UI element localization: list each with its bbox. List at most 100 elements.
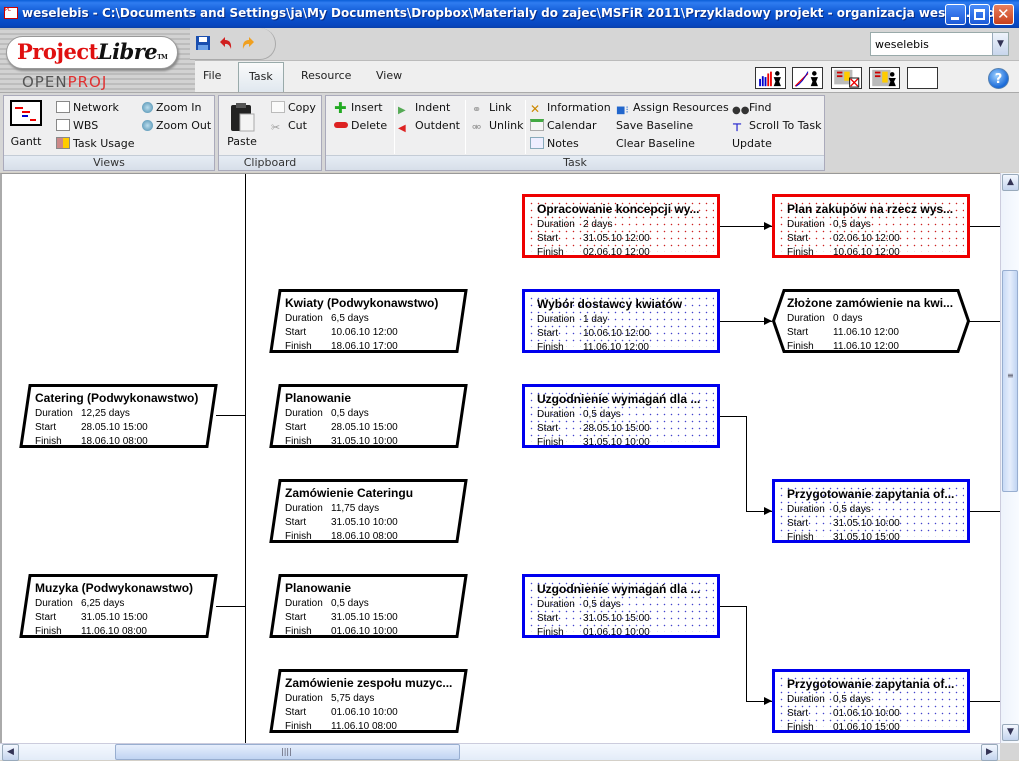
tab-resource[interactable]: Resource bbox=[301, 69, 351, 82]
task-node[interactable]: Planowanie Duration 0,5 days Start 31.05.10 … bbox=[269, 574, 468, 638]
task-node[interactable]: Plan zakupów na rzecz wys... Duration 0,5 … bbox=[772, 194, 970, 258]
network-button[interactable]: Network bbox=[56, 101, 119, 114]
task-node[interactable]: Uzgodnienie wymagań dla ... Duration 0,5 d… bbox=[522, 574, 720, 638]
outdent-button[interactable]: ◀ Outdent bbox=[398, 119, 460, 135]
save-baseline-button[interactable]: Save Baseline bbox=[616, 119, 693, 132]
vertical-scroll-thumb[interactable]: ≡ bbox=[1002, 270, 1018, 492]
task-node[interactable]: Muzyka (Podwykonawstwo) Duration 6,25 days… bbox=[19, 574, 218, 638]
start-value: 01.06.10 10:00 bbox=[331, 707, 398, 718]
minimize-button[interactable] bbox=[945, 4, 966, 25]
zoom-out-button[interactable]: Zoom Out bbox=[142, 119, 211, 132]
task-node[interactable]: Planowanie Duration 0,5 days Start 28.05.10 … bbox=[269, 384, 468, 448]
task-name: Kwiaty (Podwykonawstwo) bbox=[285, 296, 439, 310]
duration-row: Duration 12,25 days bbox=[35, 408, 130, 419]
horizontal-scroll-thumb[interactable]: |||| bbox=[115, 744, 460, 760]
blank-view-icon[interactable] bbox=[907, 67, 938, 89]
resource-graph-icon[interactable] bbox=[792, 67, 823, 89]
save-icon[interactable] bbox=[195, 35, 211, 51]
finish-value: 01.06.10 10:00 bbox=[331, 626, 398, 637]
unlink-icon: ⚮ bbox=[472, 121, 482, 134]
tab-file[interactable]: File bbox=[203, 69, 221, 82]
start-value: 31.05.10 15:00 bbox=[81, 612, 148, 623]
start-value: 31.05.10 15:00 bbox=[583, 613, 650, 624]
task-node[interactable]: Wybór dostawcy kwiatów Duration 1 day Start… bbox=[522, 289, 720, 353]
zoom-in-button[interactable]: Zoom In bbox=[142, 101, 201, 114]
vertical-scrollbar[interactable]: ▲ ≡ ▼ bbox=[1000, 173, 1019, 743]
scroll-up-button[interactable]: ▲ bbox=[1002, 174, 1019, 191]
maximize-icon bbox=[974, 9, 985, 20]
task-node[interactable]: Catering (Podwykonawstwo) Duration 12,25 d… bbox=[19, 384, 218, 448]
paste-icon bbox=[231, 103, 255, 132]
close-button[interactable]: ✕ bbox=[993, 4, 1014, 25]
maximize-button[interactable] bbox=[969, 4, 990, 25]
start-row: Start 01.06.10 10:00 bbox=[285, 707, 398, 718]
finish-row: Finish 11.06.10 12:00 bbox=[537, 342, 649, 353]
task-name: Opracowanie koncepcji wy... bbox=[537, 202, 700, 216]
finish-row: Finish 01.06.10 15:00 bbox=[787, 722, 900, 733]
paste-button[interactable]: Paste bbox=[225, 102, 259, 148]
link-button[interactable]: ⚭ Link bbox=[472, 101, 512, 116]
duration-row: Duration 0,5 days bbox=[787, 504, 871, 515]
cut-button[interactable]: ✂ Cut bbox=[271, 119, 307, 134]
tab-view[interactable]: View bbox=[376, 69, 402, 82]
finish-value: 18.06.10 08:00 bbox=[81, 436, 148, 447]
duration-row: Duration 0,5 days bbox=[787, 219, 871, 230]
chevron-down-icon[interactable]: ▼ bbox=[992, 33, 1008, 55]
redo-icon[interactable] bbox=[240, 35, 256, 51]
indent-button[interactable]: ▶ Indent bbox=[398, 101, 450, 117]
start-row: Start 28.05.10 15:00 bbox=[35, 422, 148, 433]
tab-task[interactable]: Task bbox=[238, 62, 284, 93]
start-row: Start 31.05.10 15:00 bbox=[537, 613, 650, 624]
finish-value: 10.06.10 12:00 bbox=[833, 247, 900, 258]
update-button[interactable]: Update bbox=[732, 137, 772, 150]
scroll-down-button[interactable]: ▼ bbox=[1002, 724, 1019, 741]
scroll-left-button[interactable]: ◀ bbox=[2, 744, 19, 761]
information-button[interactable]: ✕ Information bbox=[530, 101, 611, 115]
task-name: Przygotowanie zapytania of... bbox=[787, 487, 955, 501]
wbs-button[interactable]: WBS bbox=[56, 119, 98, 132]
task-node[interactable]: Uzgodnienie wymagań dla ... Duration 0,5 d… bbox=[522, 384, 720, 448]
task-node[interactable]: Złożone zamówienie na kwi... Duration 0 da… bbox=[771, 289, 971, 353]
duration-value: 11,75 days bbox=[331, 503, 380, 514]
task-usage-button[interactable]: Task Usage bbox=[56, 137, 135, 150]
resource-usage-icon[interactable] bbox=[869, 67, 900, 89]
finish-value: 11.06.10 12:00 bbox=[583, 342, 649, 353]
undo-icon[interactable] bbox=[218, 35, 234, 51]
scroll-to-task-button[interactable]: ⊤ Scroll To Task bbox=[732, 119, 821, 134]
plus-icon: ✚ bbox=[334, 99, 347, 117]
insert-button[interactable]: ✚ Insert bbox=[334, 99, 383, 117]
unlink-button[interactable]: ⚮ Unlink bbox=[472, 119, 523, 134]
start-row: Start 31.05.10 10:00 bbox=[787, 518, 900, 529]
task-node[interactable]: Opracowanie koncepcji wy... Duration 2 day… bbox=[522, 194, 720, 258]
task-node[interactable]: Przygotowanie zapytania of... Duration 0,5… bbox=[772, 479, 970, 543]
horizontal-scrollbar[interactable]: ◀ |||| ▶ bbox=[0, 743, 1000, 761]
task-node[interactable]: Przygotowanie zapytania of... Duration 0,5… bbox=[772, 669, 970, 733]
start-row: Start 31.05.10 15:00 bbox=[35, 612, 148, 623]
task-usage-delete-icon[interactable] bbox=[831, 67, 862, 89]
scroll-right-button[interactable]: ▶ bbox=[981, 744, 998, 761]
assign-resources-button[interactable]: ■⁝ Assign Resources bbox=[616, 101, 729, 117]
project-selector[interactable]: weselebis ▼ bbox=[870, 32, 1009, 56]
task-node[interactable]: Zamówienie zespołu muzyc... Duration 5,75 … bbox=[269, 669, 468, 733]
copy-button[interactable]: Copy bbox=[271, 101, 316, 114]
notes-button[interactable]: Notes bbox=[530, 137, 579, 150]
task-node[interactable]: Kwiaty (Podwykonawstwo) Duration 6,5 days S… bbox=[269, 289, 468, 353]
close-icon: ✕ bbox=[997, 5, 1010, 23]
gantt-icon bbox=[10, 100, 42, 126]
task-node[interactable]: Zamówienie Cateringu Duration 11,75 days St… bbox=[269, 479, 468, 543]
duration-row: Duration 0,5 days bbox=[787, 694, 871, 705]
network-icon bbox=[56, 101, 70, 113]
duration-row: Duration 0 days bbox=[787, 313, 863, 324]
gantt-button[interactable]: Gantt bbox=[8, 100, 44, 154]
find-button[interactable]: ●●Find bbox=[732, 101, 772, 117]
notes-icon bbox=[530, 137, 544, 149]
duration-value: 0,5 days bbox=[833, 694, 871, 705]
delete-button[interactable]: Delete bbox=[334, 119, 387, 132]
clear-baseline-button[interactable]: Clear Baseline bbox=[616, 137, 695, 150]
network-diagram[interactable]: Catering (Podwykonawstwo) Duration 12,25 d… bbox=[0, 173, 1000, 743]
help-icon[interactable]: ? bbox=[988, 68, 1009, 89]
start-value: 02.06.10 12:00 bbox=[833, 233, 900, 244]
finish-row: Finish 18.06.10 08:00 bbox=[35, 436, 148, 447]
calendar-button[interactable]: Calendar bbox=[530, 119, 596, 132]
resource-histogram-icon[interactable] bbox=[755, 67, 786, 89]
